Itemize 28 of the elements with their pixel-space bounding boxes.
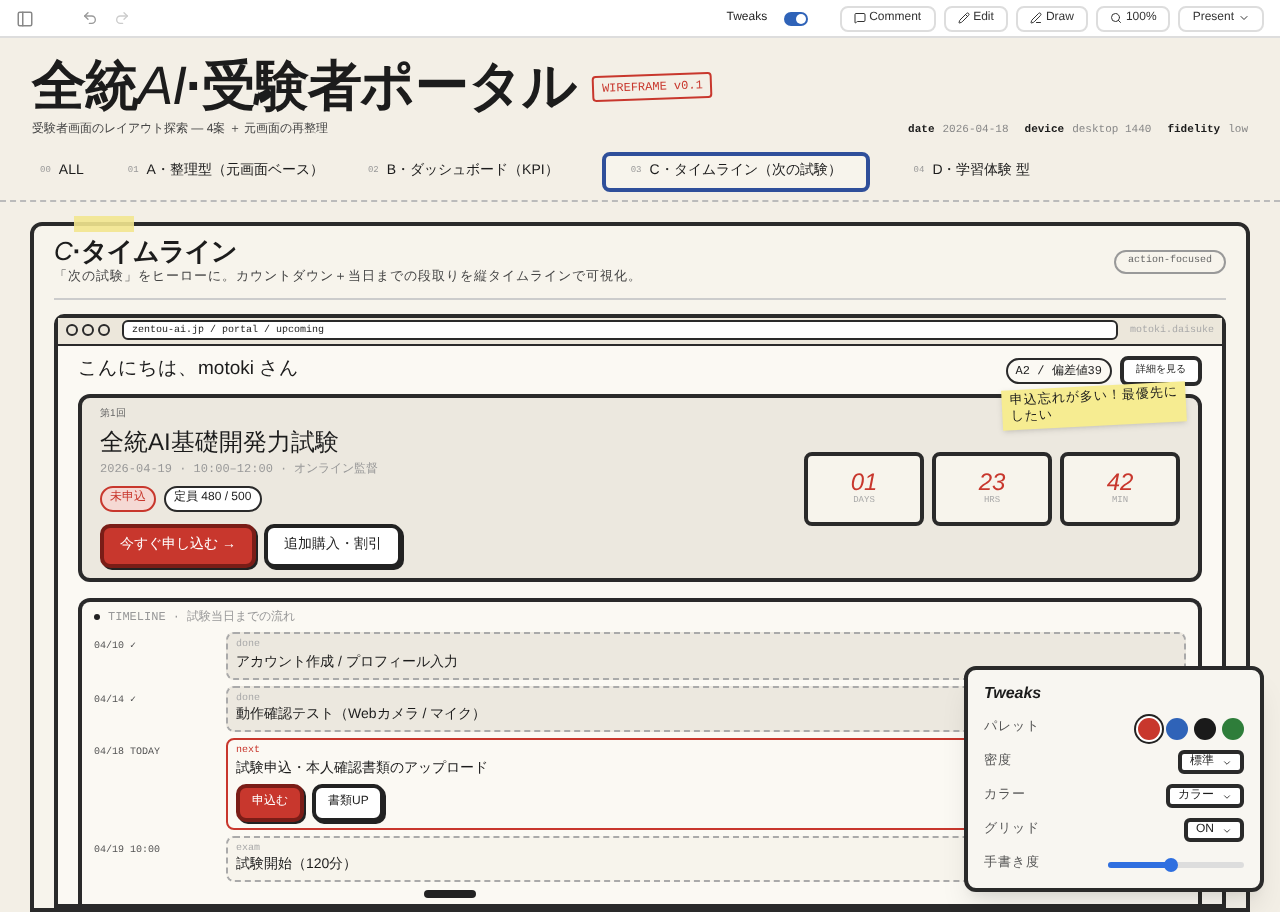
slider-thumb[interactable] <box>1163 857 1178 871</box>
search-icon <box>1109 12 1122 24</box>
tape-strip <box>74 216 134 232</box>
exam-title: 全統AI基礎開発力試験 <box>100 427 341 456</box>
greeting: こんにちは、motoki さん <box>78 356 300 385</box>
page-title: 全統AI·受験者ポータル <box>32 54 577 118</box>
color-swatch[interactable] <box>1138 717 1160 739</box>
color-swatch[interactable] <box>1222 717 1244 739</box>
drag-handle[interactable] <box>424 890 476 898</box>
bullet-icon <box>94 614 100 621</box>
chevron-down-icon <box>1238 12 1250 24</box>
chevron-down-icon <box>1222 791 1232 801</box>
chevron-down-icon <box>1222 757 1232 767</box>
speech-bubble-icon <box>853 12 866 24</box>
sidebar-icon[interactable] <box>16 9 34 27</box>
chevron-down-icon <box>1222 825 1232 835</box>
color-swatch[interactable] <box>1166 717 1188 739</box>
tweaks-title: Tweaks <box>984 682 1044 706</box>
countdown-value: 42 <box>1106 467 1134 496</box>
color-swatch[interactable] <box>1194 717 1216 739</box>
countdown-value: 01 <box>850 467 878 496</box>
pencil-icon <box>1029 12 1042 24</box>
section-title: C·タイムライン <box>54 234 240 268</box>
pencil-icon <box>957 12 970 24</box>
undo-icon[interactable] <box>82 10 98 26</box>
tweaks-toggle[interactable] <box>783 11 808 25</box>
countdown-value: 23 <box>978 467 1006 496</box>
slider-track[interactable] <box>1108 861 1244 867</box>
